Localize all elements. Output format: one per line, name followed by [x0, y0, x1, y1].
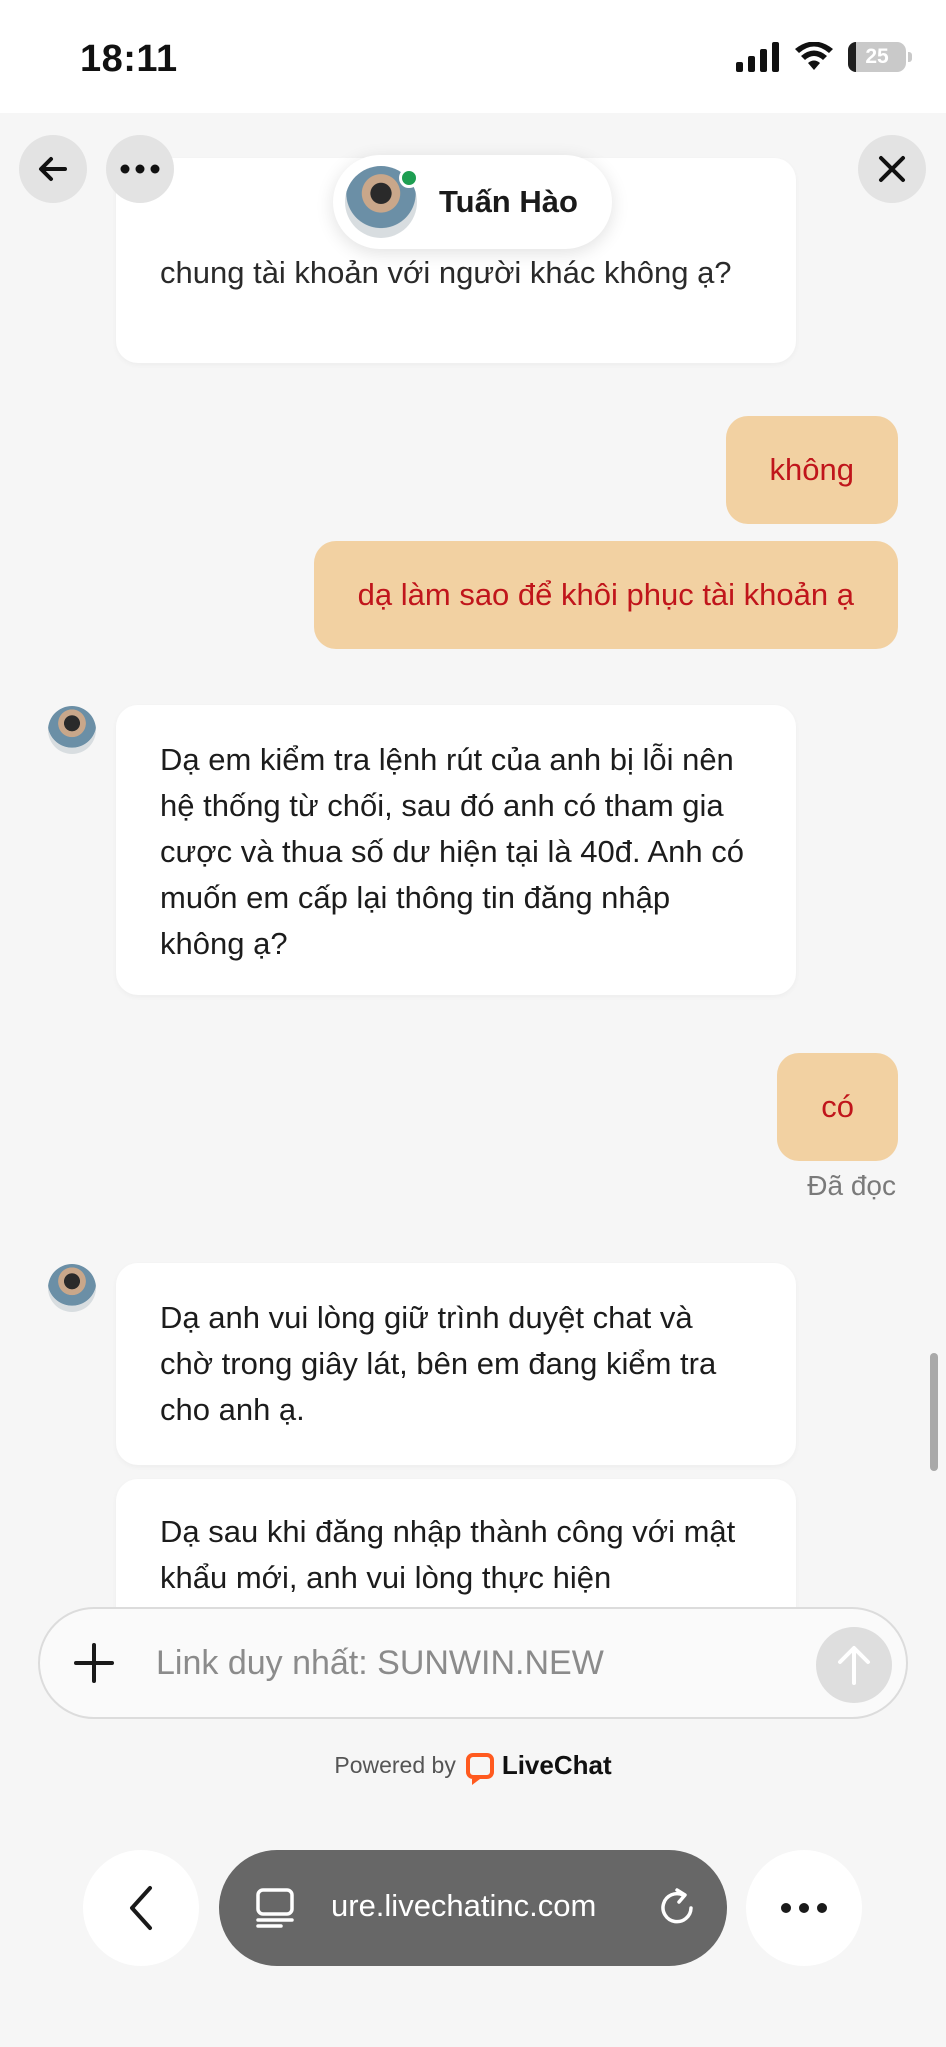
agent-avatar-small [48, 1264, 96, 1312]
online-status-indicator [399, 168, 419, 188]
chat-area[interactable]: chung tài khoản với người khác không ạ? … [0, 113, 946, 1810]
message-bubble-visitor: dạ làm sao để khôi phục tài khoản ạ [313, 541, 898, 649]
agent-name: Tuấn Hào [439, 184, 578, 219]
arrow-left-icon [39, 157, 67, 181]
livechat-brand[interactable]: LiveChat [502, 1750, 612, 1781]
cellular-signal-icon [736, 42, 779, 72]
arrow-up-icon [838, 1646, 870, 1685]
close-icon [879, 156, 905, 182]
agent-header: Tuấn Hào [333, 155, 612, 249]
reload-icon[interactable] [655, 1886, 699, 1930]
message-text: dạ làm sao để khôi phục tài khoản ạ [357, 577, 854, 612]
chevron-left-icon [130, 1886, 152, 1930]
message-text: không [769, 452, 854, 487]
message-text: có [821, 1089, 854, 1124]
ellipsis-icon [120, 164, 160, 174]
message-input[interactable] [156, 1637, 796, 1689]
message-composer [38, 1607, 908, 1719]
agent-avatar-small [48, 706, 96, 754]
browser-menu-button[interactable] [746, 1850, 862, 1966]
status-time: 18:11 [80, 38, 178, 80]
message-bubble-visitor: có [777, 1053, 898, 1161]
ellipsis-icon [781, 1903, 827, 1913]
battery-level: 25 [865, 45, 889, 68]
more-options-button[interactable] [106, 135, 174, 203]
send-button[interactable] [816, 1627, 892, 1703]
browser-back-button[interactable] [83, 1850, 199, 1966]
message-bubble-visitor: không [725, 416, 898, 524]
read-receipt: Đã đọc [807, 1170, 896, 1201]
message-text: Dạ anh vui lòng giữ trình duyệt chat và … [160, 1300, 717, 1427]
agent-avatar [345, 166, 419, 238]
powered-by-footer: Powered by LiveChat [0, 1750, 946, 1785]
back-button[interactable] [19, 135, 87, 203]
message-bubble-agent: Dạ anh vui lòng giữ trình duyệt chat và … [116, 1263, 796, 1465]
powered-by-label: Powered by [334, 1752, 456, 1778]
close-chat-button[interactable] [858, 135, 926, 203]
status-bar: 18:11 25 [0, 0, 946, 113]
battery-indicator: 25 [848, 42, 912, 72]
url-text: ure.livechatinc.com [331, 1888, 597, 1923]
browser-toolbar: ure.livechatinc.com [0, 1810, 946, 2047]
wifi-icon [795, 42, 833, 70]
address-bar[interactable]: ure.livechatinc.com [219, 1850, 727, 1966]
message-text: Dạ sau khi đăng nhập thành công với mật … [160, 1514, 736, 1595]
message-bubble-agent: Dạ em kiểm tra lệnh rút của anh bị lỗi n… [116, 705, 796, 995]
livechat-logo-icon [465, 1752, 494, 1785]
message-text: chung tài khoản với người khác không ạ? [160, 255, 732, 290]
attach-button[interactable] [70, 1639, 118, 1687]
status-icons: 25 [736, 42, 912, 72]
tabs-icon [256, 1888, 294, 1928]
chat-scrollbar[interactable] [930, 1353, 938, 1471]
message-text: Dạ em kiểm tra lệnh rút của anh bị lỗi n… [160, 742, 745, 961]
